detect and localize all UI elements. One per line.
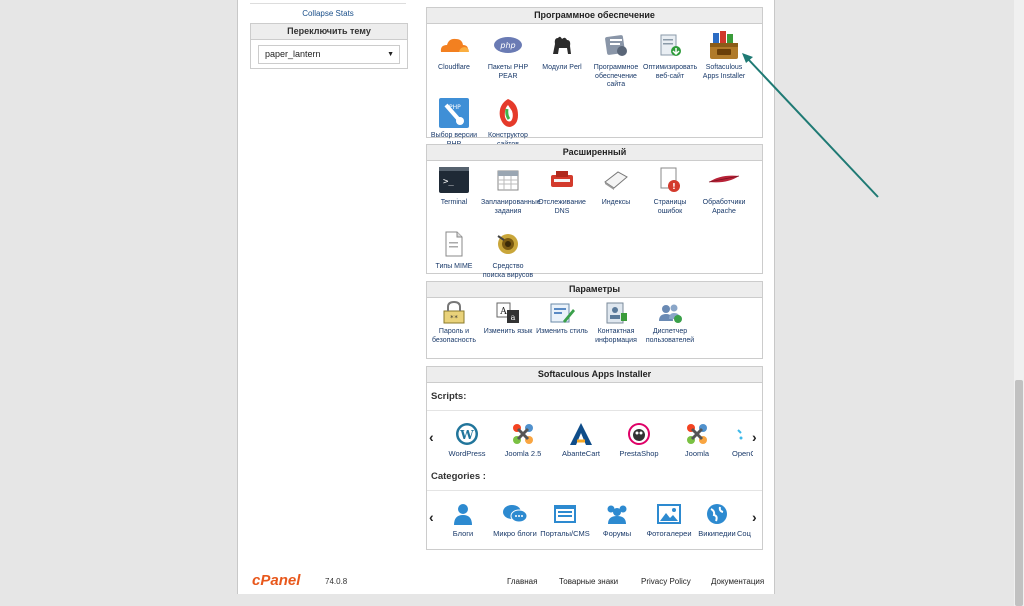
annotation-arrow [742,53,879,198]
scrollbar-thumb[interactable] [1015,380,1023,606]
scrollbar[interactable] [1014,0,1024,606]
